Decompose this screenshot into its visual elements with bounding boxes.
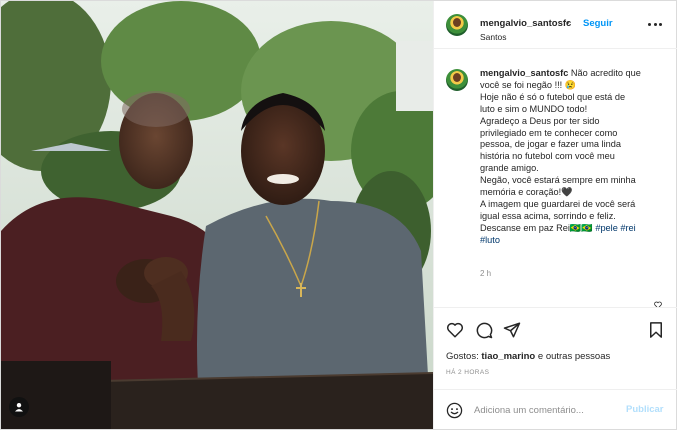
- caption-avatar[interactable]: [446, 69, 468, 91]
- photo-illustration: [1, 1, 433, 429]
- caption-text: mengalvio_santosfc Não acredito que você…: [480, 68, 660, 247]
- caption-line: igual essa acima, sorrindo e feliz.: [480, 210, 616, 221]
- caption-line: história no futebol com você meu: [480, 151, 615, 162]
- post-photo[interactable]: [1, 1, 433, 429]
- action-bar: Gostos: tiao_marino e outras pessoas HÁ …: [434, 307, 677, 389]
- publish-button[interactable]: Publicar: [626, 404, 664, 415]
- caption-line: A imagem que guardarei de você será: [480, 198, 636, 209]
- instagram-post: mengalvio_santosfc • Seguir Santos menga…: [0, 0, 677, 430]
- caption-line: Descanse em paz Rei🇧🇷🇧🇷: [480, 222, 593, 233]
- emoji-icon[interactable]: [446, 402, 463, 419]
- comment-icon[interactable]: [475, 321, 493, 339]
- caption-line: pessoa, de jogar e fazer uma linda: [480, 139, 621, 150]
- heart-icon[interactable]: [446, 321, 464, 339]
- likes-user-link[interactable]: tiao_marino: [481, 351, 535, 362]
- hashtag-link[interactable]: #luto: [480, 235, 660, 247]
- header-username[interactable]: mengalvio_santosfc: [480, 18, 571, 29]
- user-icon: [15, 403, 23, 412]
- caption-time[interactable]: 2 h: [480, 269, 491, 278]
- share-icon[interactable]: [503, 321, 521, 339]
- post-header: mengalvio_santosfc • Seguir Santos: [434, 1, 677, 49]
- caption-line: memória e coração!🖤: [480, 187, 573, 198]
- caption-line: Agradeço a Deus por ter sido: [480, 115, 600, 126]
- caption-line: grande amigo.: [480, 163, 539, 174]
- caption-line: Hoje não é só o futebol que está de: [480, 91, 626, 102]
- posted-time[interactable]: HÁ 2 HORAS: [446, 369, 489, 376]
- comment-input[interactable]: [474, 402, 619, 418]
- likes-prefix: Gostos:: [446, 351, 479, 362]
- caption-line: você se foi negão !!! 😢: [480, 79, 577, 90]
- more-options-icon[interactable]: [648, 23, 662, 27]
- author-avatar[interactable]: [446, 14, 468, 36]
- caption-line: Negão, você estará sempre em minha: [480, 175, 636, 186]
- caption-line: Não acredito que: [570, 68, 641, 78]
- likes-others-link[interactable]: e outras pessoas: [538, 351, 610, 362]
- caption-line: privilegiado em te conhecer como: [480, 127, 618, 138]
- caption-line: luto e sim o MUNDO todo!: [480, 103, 588, 114]
- post-side-panel: mengalvio_santosfc • Seguir Santos menga…: [433, 1, 677, 429]
- follow-button[interactable]: Seguir: [583, 18, 613, 29]
- caption-username[interactable]: mengalvio_santosfc: [480, 68, 568, 78]
- likes-summary: Gostos: tiao_marino e outras pessoas: [446, 351, 610, 362]
- caption-area: mengalvio_santosfc Não acredito que você…: [434, 49, 677, 307]
- header-separator: •: [566, 18, 570, 28]
- comment-bar: Publicar: [434, 389, 677, 429]
- hashtag-link[interactable]: #pele: [595, 223, 617, 233]
- tagged-people-button[interactable]: [9, 397, 29, 417]
- hashtag-link[interactable]: #rei: [620, 223, 635, 233]
- bookmark-icon[interactable]: [647, 321, 665, 339]
- location-link[interactable]: Santos: [480, 32, 506, 42]
